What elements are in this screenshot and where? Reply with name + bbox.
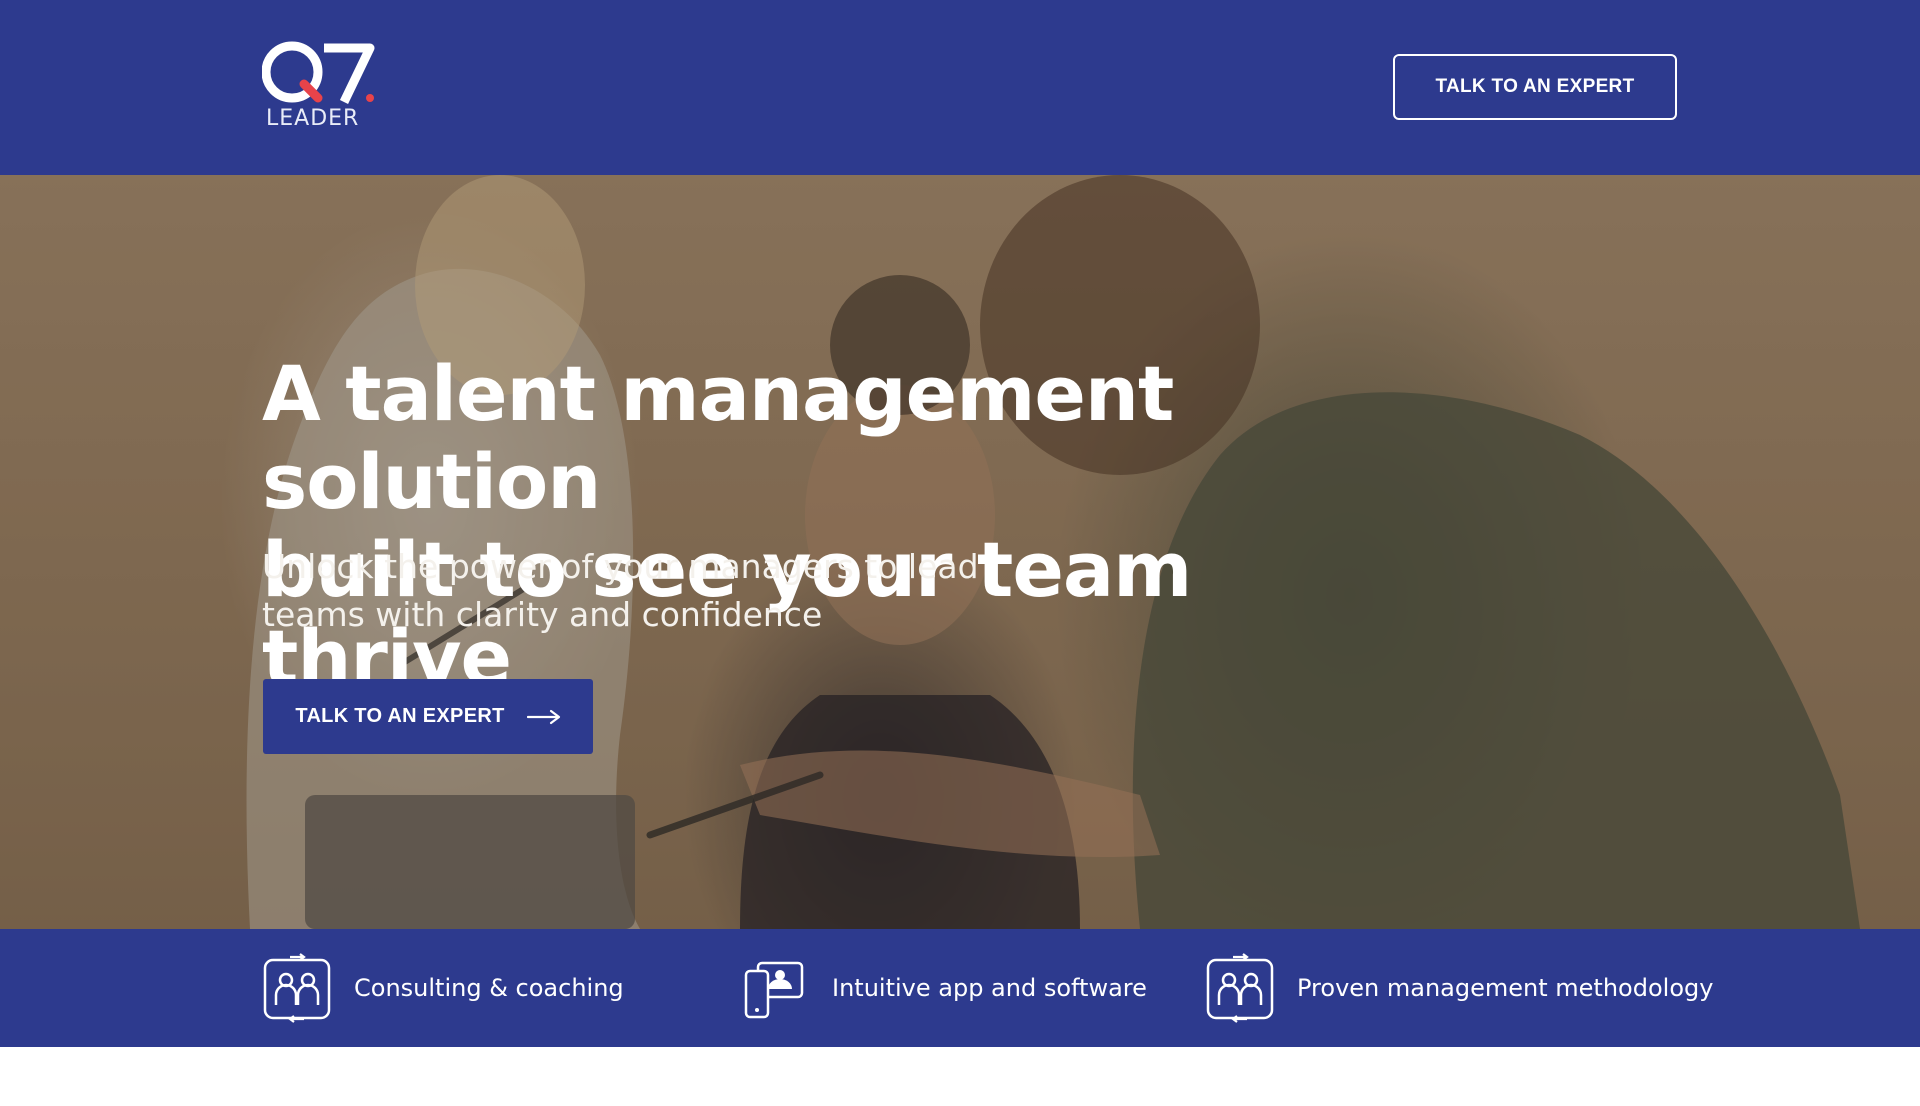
logo-wordmark: LEADER bbox=[266, 106, 360, 131]
people-exchange-icon bbox=[263, 953, 331, 1023]
feature-item-app: Intuitive app and software bbox=[740, 953, 1147, 1023]
talk-to-expert-hero-button[interactable]: TALK TO AN EXPERT bbox=[263, 679, 593, 754]
arrow-right-icon bbox=[526, 709, 560, 724]
hero-headline-line-1: A talent management solution bbox=[262, 349, 1174, 526]
hero-subheadline-line-2: teams with clarity and confidence bbox=[262, 595, 823, 634]
talk-to-expert-header-button[interactable]: TALK TO AN EXPERT bbox=[1393, 54, 1677, 120]
hero-subheadline: Unlock the power of your managers to lea… bbox=[262, 543, 982, 639]
hero-subheadline-line-1: Unlock the power of your managers to lea… bbox=[262, 547, 979, 586]
hero-headline: A talent management solution built to se… bbox=[262, 350, 1362, 702]
feature-item-methodology: Proven management methodology bbox=[1205, 953, 1713, 1023]
q7-leader-logo[interactable]: LEADER bbox=[262, 40, 377, 135]
hero-section: A talent management solution built to se… bbox=[0, 175, 1920, 929]
q7-logo-icon bbox=[262, 41, 375, 104]
feature-strip: Consulting & coaching Intuitive app and … bbox=[0, 929, 1920, 1047]
hero-cta-label: TALK TO AN EXPERT bbox=[295, 705, 505, 727]
device-screen-icon bbox=[744, 961, 804, 1019]
feature-label-methodology: Proven management methodology bbox=[1297, 974, 1714, 1002]
feature-item-consulting: Consulting & coaching bbox=[262, 953, 624, 1023]
feature-label-consulting: Consulting & coaching bbox=[354, 974, 624, 1002]
feature-label-app: Intuitive app and software bbox=[832, 974, 1147, 1002]
people-exchange-icon bbox=[1206, 953, 1274, 1023]
site-header: LEADER TALK TO AN EXPERT bbox=[0, 0, 1920, 175]
